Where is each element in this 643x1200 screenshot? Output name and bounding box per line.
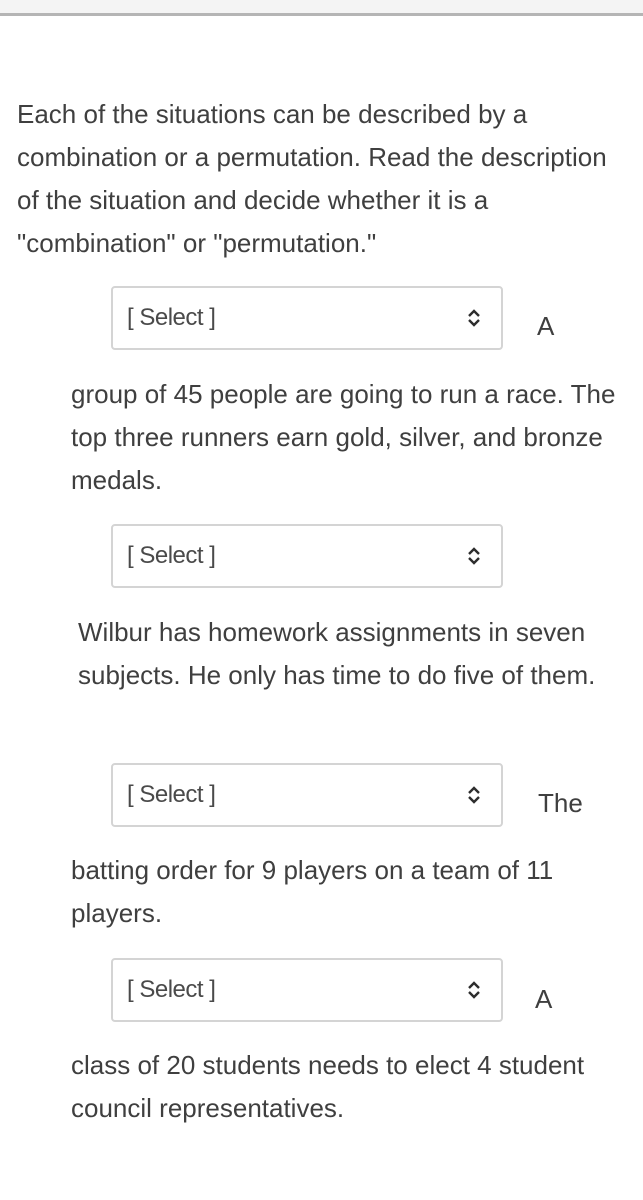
lead-word: A [535,984,553,1014]
question-text-3: batting order for 9 players on a team of… [71,855,554,928]
select-value: [ Select ] [127,542,216,569]
lead-word: A [537,311,555,341]
select-value: [ Select ] [127,976,216,1003]
up-down-chevron-icon [468,786,480,804]
instructions-text: Each of the situations can be described … [17,99,607,258]
question-text-1: group of 45 people are going to run a ra… [71,379,616,495]
up-down-chevron-icon [468,981,480,999]
question-text-2: Wilbur has homework assignments in seven… [78,617,596,690]
top-bar [0,0,643,16]
answer-select-3[interactable]: [ Select ] [111,763,503,827]
up-down-chevron-icon [468,547,480,565]
question-text-4: class of 20 students needs to elect 4 st… [71,1050,585,1123]
answer-select-4[interactable]: [ Select ] [111,958,503,1022]
answer-select-2[interactable]: [ Select ] [111,524,503,588]
select-value: [ Select ] [127,304,216,331]
select-value: [ Select ] [127,781,216,808]
answer-select-1[interactable]: [ Select ] [111,286,503,350]
up-down-chevron-icon [468,309,480,327]
lead-word: The [538,788,583,818]
